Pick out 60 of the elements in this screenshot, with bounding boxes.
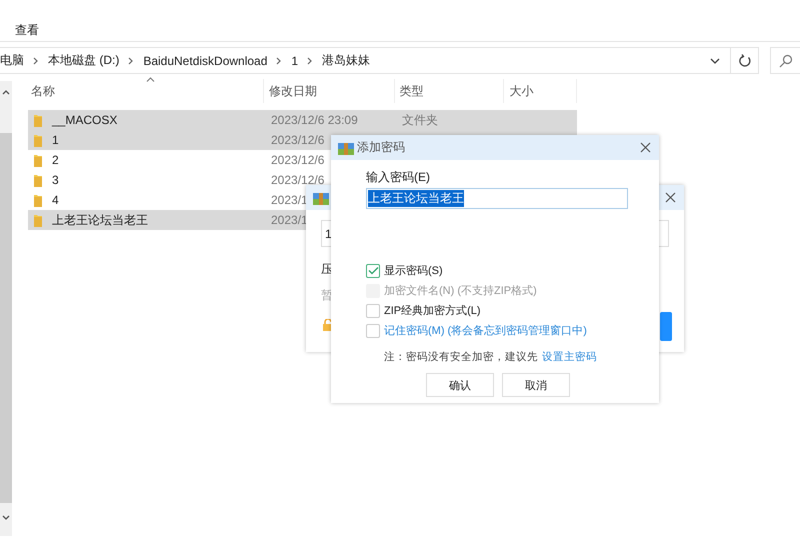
file-name: 2 [52, 153, 60, 167]
folder-icon [34, 154, 42, 166]
file-name: __MACOSX [52, 113, 118, 127]
set-master-password-link[interactable]: 设置主密码 [542, 350, 597, 364]
field-label: 输入密码(E) [366, 169, 431, 186]
close-icon[interactable] [640, 142, 651, 153]
note-text: 注：密码没有安全加密，建议先 [384, 350, 538, 364]
file-type: 文件夹 [402, 112, 438, 128]
column-header[interactable]: 类型 [394, 79, 504, 103]
menu-item[interactable]: 查看 [15, 23, 39, 37]
file-name: 上老王论坛当老王 [52, 212, 149, 228]
chevron-right-icon [128, 56, 134, 64]
option-label: 加密文件名(N) (不支持ZIP格式) [384, 284, 537, 298]
option-link[interactable]: 记住密码(M) (将会备忘到密码管理窗口中) [384, 323, 587, 338]
scrollbar[interactable] [0, 81, 12, 536]
breadcrumb-item[interactable]: 本地磁盘 (D:) [48, 52, 120, 69]
column-header[interactable]: 大小 [504, 79, 578, 103]
modified-date: 2023/12/6 [271, 173, 324, 187]
breadcrumb-item[interactable]: 电脑 [0, 52, 24, 69]
checkbox[interactable] [366, 324, 380, 338]
password-field[interactable]: 上老王论坛当老王 [366, 188, 628, 209]
scroll-down-icon[interactable] [2, 515, 10, 521]
modified-date: 2023/12/6 [271, 153, 324, 167]
breadcrumb-item[interactable]: 1 [291, 54, 298, 68]
search-icon [779, 54, 794, 68]
modified-date: 2023/12/6 [271, 133, 324, 147]
chevron-right-icon [307, 56, 314, 64]
chevron-right-icon [33, 56, 39, 64]
file-name: 4 [52, 193, 60, 207]
file-row[interactable]: __MACOSX 2023/12/6 23:09 文件夹 [28, 110, 577, 130]
column-header[interactable]: 修改日期 [264, 79, 395, 103]
scroll-up-icon[interactable] [2, 89, 10, 95]
modified-date: 2023/1 [271, 213, 308, 227]
address-bar[interactable]: 电脑 本地磁盘 (D:) BaiduNetdiskDownload 1 港岛妹妹 [0, 47, 732, 74]
modified-date: 2023/1 [271, 193, 308, 207]
file-name: 3 [52, 173, 60, 187]
folder-icon [34, 114, 42, 126]
refresh-icon [738, 54, 752, 68]
modified-date: 2023/12/6 23:09 [271, 113, 358, 127]
option-label: 显示密码(S) [384, 264, 443, 278]
breadcrumb-item[interactable]: BaiduNetdiskDownload [143, 54, 268, 68]
folder-icon [34, 194, 42, 206]
folder-icon [34, 134, 42, 146]
sort-caret-icon [146, 77, 155, 82]
hint-text: 暂 [321, 287, 333, 304]
chevron-right-icon [276, 56, 282, 64]
checkbox[interactable] [366, 264, 380, 278]
breadcrumb-item[interactable]: 港岛妹妹 [322, 52, 370, 69]
option-label: ZIP经典加密方式(L) [384, 304, 481, 318]
dropdown-icon[interactable] [710, 58, 720, 64]
column-header[interactable]: 名称 [28, 79, 264, 103]
search-field[interactable] [770, 47, 800, 74]
refresh-button[interactable] [731, 47, 760, 74]
close-icon[interactable] [665, 192, 676, 203]
folder-icon [34, 214, 42, 226]
folder-icon [34, 174, 42, 186]
cancel-button[interactable]: 取消 [502, 373, 570, 397]
file-name: 1 [52, 133, 60, 147]
checkbox[interactable] [366, 304, 380, 318]
confirm-button[interactable]: 确认 [426, 373, 494, 397]
